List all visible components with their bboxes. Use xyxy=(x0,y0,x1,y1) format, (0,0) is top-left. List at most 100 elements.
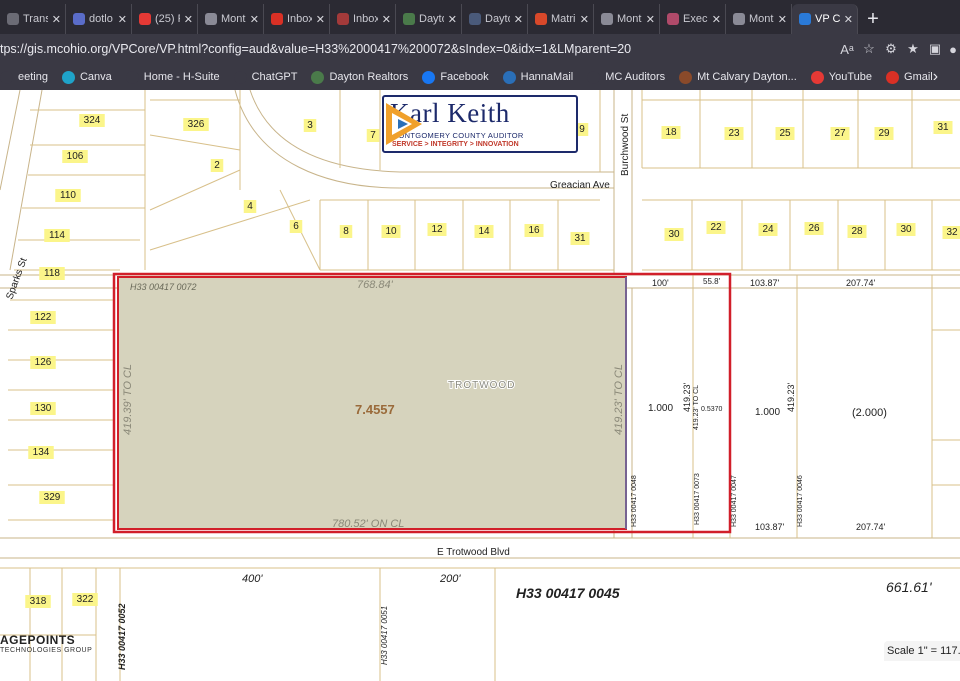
east-b-acres: 0.5370 xyxy=(701,406,723,413)
bookmark-2[interactable]: Home - H-Suite xyxy=(125,70,220,84)
close-icon[interactable]: ✕ xyxy=(184,13,193,26)
south-labels: H33 00417 0045 661.61' 400' 200' H33 004… xyxy=(117,573,933,670)
matrix-icon xyxy=(535,13,547,25)
lot-number: 110 xyxy=(60,190,76,201)
tab-0[interactable]: Trans ✕ xyxy=(0,4,66,34)
auditor-logo: Karl Keith MONTGOMERY COUNTY AUDITOR SER… xyxy=(382,95,578,153)
map-canvas: 3 7 9 18 23 25 27 29 31 324 326 106 2 110 4 114 6 118 122 1… xyxy=(0,90,960,681)
bookmark-1[interactable]: Canva xyxy=(61,70,112,84)
new-tab-button[interactable]: + xyxy=(858,4,888,34)
tab-label: dotlo xyxy=(89,13,113,25)
close-icon[interactable]: ✕ xyxy=(316,13,325,26)
tab-label: (25) R xyxy=(155,13,180,25)
bookmark-8[interactable]: Mt Calvary Dayton... xyxy=(679,70,797,84)
street-burchwood: Burchwood St xyxy=(620,114,631,176)
bookmark-label: eeting xyxy=(18,71,48,83)
tab-6[interactable]: Dayto ✕ xyxy=(396,4,462,34)
tab-2[interactable]: (25) R ✕ xyxy=(132,4,198,34)
gmail-icon xyxy=(337,13,349,25)
realtor-icon xyxy=(311,70,325,84)
street-sparks: Sparks St xyxy=(4,256,29,301)
close-icon[interactable]: ✕ xyxy=(646,13,655,26)
tab-1[interactable]: dotlo ✕ xyxy=(66,4,132,34)
south-dim-200: 200' xyxy=(439,573,461,585)
bookmark-label: Mt Calvary Dayton... xyxy=(697,71,797,83)
close-icon[interactable]: ✕ xyxy=(844,13,853,26)
parcel-left-dim: 419.39' TO CL xyxy=(122,364,134,435)
east-a-width: 100' xyxy=(652,278,669,288)
close-icon[interactable]: ✕ xyxy=(52,13,61,26)
lot-number: 27 xyxy=(834,128,846,139)
extensions-icon[interactable]: ⚙ xyxy=(880,41,902,57)
lot-number: 4 xyxy=(247,201,253,212)
folder-icon xyxy=(125,70,139,84)
parcel-map[interactable]: 3 7 9 18 23 25 27 29 31 324 326 106 2 110 4 114 6 118 122 1… xyxy=(0,90,960,681)
bookmark-label: HannaMail xyxy=(520,71,574,83)
bookmark-3[interactable]: ChatGPT xyxy=(233,70,297,84)
zone-label: TROTWOOD xyxy=(448,380,515,391)
east-c-id: H33 00417 0047 xyxy=(731,475,738,527)
east-c-depth: 419.23' xyxy=(786,382,796,412)
close-icon[interactable]: ✕ xyxy=(448,13,457,26)
lot-number: 30 xyxy=(900,224,912,235)
east-d-width: 207.74' xyxy=(846,278,876,288)
parcel-id: H33 00417 0072 xyxy=(130,282,197,292)
close-icon[interactable]: ✕ xyxy=(382,13,391,26)
lot-number: 326 xyxy=(188,119,205,130)
tab-strip: Trans✕dotlo✕(25) R✕Mont✕Inbox✕Inbox✕Dayt… xyxy=(0,0,960,34)
east-a-id: H33 00417 0048 xyxy=(631,475,638,527)
profile-icon[interactable]: ● xyxy=(946,42,960,57)
collections-icon[interactable]: ▣ xyxy=(924,41,946,57)
gmail-icon xyxy=(886,70,900,84)
url-field[interactable]: tps://gis.mcohio.org/VPCore/VP.html?conf… xyxy=(0,42,836,56)
tab-11[interactable]: Mont ✕ xyxy=(726,4,792,34)
read-aloud-icon[interactable]: Aᵃ xyxy=(836,42,858,57)
lot-number: 31 xyxy=(937,122,949,133)
bookmark-5[interactable]: Facebook xyxy=(422,70,489,84)
east-b-depth: 419.23' TO CL xyxy=(693,385,700,430)
facebook-icon xyxy=(422,70,436,84)
tab-3[interactable]: Mont ✕ xyxy=(198,4,264,34)
bookmark-7[interactable]: MC Auditors xyxy=(587,70,665,84)
tab-label: Execu xyxy=(683,13,708,25)
tab-12[interactable]: VP Co ✕ xyxy=(792,4,858,34)
bookmark-9[interactable]: YouTube xyxy=(810,70,872,84)
south-dim-400: 400' xyxy=(242,573,263,585)
tab-8[interactable]: Matri ✕ xyxy=(528,4,594,34)
lot-number: 3 xyxy=(307,120,313,131)
youtube-icon xyxy=(139,13,151,25)
bookmark-0[interactable]: eeting xyxy=(0,70,48,84)
mail-icon xyxy=(502,70,516,84)
close-icon[interactable]: ✕ xyxy=(580,13,589,26)
tab-label: Inbox xyxy=(287,13,312,25)
tab-10[interactable]: Execu ✕ xyxy=(660,4,726,34)
auditor-icon xyxy=(587,70,601,84)
logo-arrow-icon xyxy=(386,103,422,145)
scale-readout: Scale 1" = 117.1 xyxy=(884,641,960,661)
parcel-acres: 7.4557 xyxy=(355,402,395,417)
tab-7[interactable]: Dayto ✕ xyxy=(462,4,528,34)
tab-9[interactable]: Mont ✕ xyxy=(594,4,660,34)
bookmark-4[interactable]: Dayton Realtors xyxy=(311,70,409,84)
bookmark-10[interactable]: Gmail xyxy=(886,70,933,84)
favorite-star-icon[interactable]: ☆ xyxy=(858,41,880,57)
close-icon[interactable]: ✕ xyxy=(250,13,259,26)
lot-number: 324 xyxy=(84,115,101,126)
church-icon xyxy=(679,70,693,84)
bookmark-label: Dayton Realtors xyxy=(329,71,409,83)
canva-icon xyxy=(61,70,75,84)
favorites-icon[interactable]: ★ xyxy=(902,41,924,57)
close-icon[interactable]: ✕ xyxy=(514,13,523,26)
lot-number: 130 xyxy=(35,403,52,414)
tab-label: Matri xyxy=(551,13,576,25)
bookmark-6[interactable]: HannaMail xyxy=(502,70,574,84)
parcel-bottom-dim: 780.52' ON CL xyxy=(332,518,404,530)
close-icon[interactable]: ✕ xyxy=(118,13,127,26)
tab-5[interactable]: Inbox ✕ xyxy=(330,4,396,34)
more-bookmarks-icon[interactable]: › xyxy=(933,68,938,86)
gmail-icon xyxy=(271,13,283,25)
close-icon[interactable]: ✕ xyxy=(712,13,721,26)
tab-4[interactable]: Inbox ✕ xyxy=(264,4,330,34)
tab-label: Dayto xyxy=(419,13,444,25)
close-icon[interactable]: ✕ xyxy=(778,13,787,26)
